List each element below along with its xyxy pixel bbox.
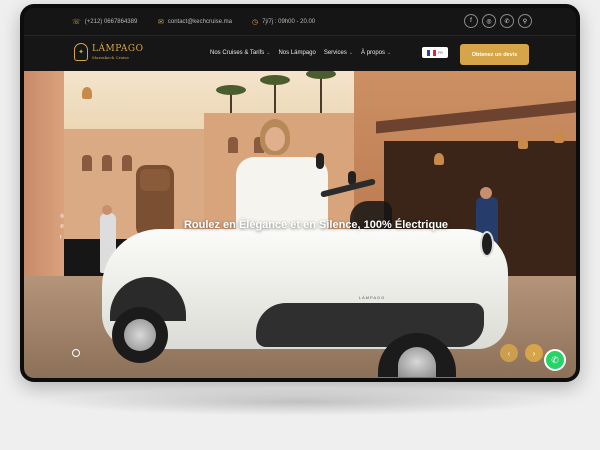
instagram-icon[interactable]: ◎ (60, 213, 64, 219)
top-info-bar: ☏ (+212) 0667864389 ✉ contact@kechcruise… (24, 8, 576, 35)
contact-phone[interactable]: ☏ (+212) 0667864389 (72, 18, 137, 26)
brand-tagline: Marrakech Cruise (92, 55, 129, 60)
logo-text: LÁMPAGO Marrakech Cruise (92, 44, 144, 60)
hero-headline: Roulez en Élégance et en Silence, 100% É… (183, 219, 449, 231)
left-building (24, 71, 64, 276)
pedestrian-head (102, 205, 112, 215)
nav-menu: Nos Cruises & Tarifs ⌄ Nos Lámpago Servi… (210, 50, 391, 56)
contact-email[interactable]: ✉ contact@kechcruise.ma (158, 18, 232, 26)
hanging-lamp (554, 131, 564, 143)
facebook-icon[interactable]: f (464, 14, 478, 28)
main-navbar: ✦ LÁMPAGO Marrakech Cruise Nos Cruises &… (24, 35, 576, 71)
pedestrian-head (480, 187, 492, 199)
window (122, 155, 132, 171)
whatsapp-chat-button[interactable]: ✆ (544, 349, 566, 371)
whatsapp-icon[interactable]: ✆ (500, 14, 514, 28)
vehicle-rim (398, 347, 436, 377)
phone-number: (+212) 0667864389 (84, 19, 138, 25)
palm-frond (216, 85, 246, 95)
clock-icon: ◷ (252, 19, 259, 26)
mail-icon: ✉ (158, 19, 164, 26)
website-screen: ☏ (+212) 0667864389 ✉ contact@kechcruise… (24, 8, 576, 378)
location-icon[interactable]: ⚲ (518, 14, 532, 28)
nav-label: Nos Lámpago (278, 50, 316, 56)
hanging-lamp (82, 87, 92, 99)
slider-prev-button[interactable]: ‹ (500, 344, 518, 362)
window (82, 155, 92, 171)
france-flag-icon (427, 49, 437, 56)
vehicle-mirror (316, 153, 324, 169)
opening-hours: ◷ 7j/7j : 09h00 - 20.00 (252, 18, 315, 26)
vehicle-badge: LÁMPAGO (358, 295, 386, 300)
whatsapp-icon[interactable]: ✆ (60, 224, 64, 230)
vehicle-trim (256, 303, 484, 347)
brand-name: LÁMPAGO (92, 44, 144, 54)
nav-label: Nos Cruises & Tarifs (210, 50, 265, 56)
chevron-down-icon: ⌄ (266, 50, 271, 56)
phone-icon: ☏ (72, 19, 81, 26)
device-shadow (40, 388, 560, 416)
hanging-lamp (518, 137, 528, 149)
nav-item-cruises[interactable]: Nos Cruises & Tarifs ⌄ (210, 50, 270, 56)
hero-side-socials: ◎ ✆ f (60, 213, 64, 241)
window (228, 137, 238, 153)
brand-logo[interactable]: ✦ LÁMPAGO Marrakech Cruise (74, 43, 144, 61)
slider-next-button[interactable]: › (525, 344, 543, 362)
palm-frond (260, 75, 290, 85)
nav-label: Services (323, 50, 347, 56)
nav-label: À propos (361, 50, 386, 56)
vehicle-rim (124, 319, 156, 351)
tablet-frame: ☏ (+212) 0667864389 ✉ contact@kechcruise… (20, 4, 580, 382)
vehicle-headlamp (480, 231, 494, 257)
email-address: contact@kechcruise.ma (167, 19, 232, 25)
instagram-icon[interactable]: ◎ (482, 14, 496, 28)
hero-banner: LÁMPAGO Roulez en Élégance et en Silence… (24, 71, 576, 378)
nav-item-services[interactable]: Services ⌄ (324, 50, 353, 56)
quote-button[interactable]: Obtenez un devis (460, 44, 529, 65)
chevron-down-icon: ⌄ (387, 50, 392, 56)
social-links: f ◎ ✆ ⚲ (464, 14, 532, 28)
rider-face (265, 127, 285, 151)
nav-item-lampago[interactable]: Nos Lámpago (278, 50, 315, 56)
slider-indicator[interactable] (72, 349, 80, 357)
lamp-logo-icon: ✦ (74, 43, 88, 61)
language-code: FR (438, 50, 443, 55)
chevron-down-icon: ⌄ (348, 50, 354, 56)
nav-item-about[interactable]: À propos ⌄ (361, 50, 391, 56)
hours-text: 7j/7j : 09h00 - 20.00 (262, 19, 316, 25)
language-selector[interactable]: FR (422, 47, 448, 58)
vehicle-headrest (140, 169, 170, 191)
facebook-icon[interactable]: f (60, 235, 64, 241)
window (102, 155, 112, 171)
hanging-lamp (434, 153, 444, 165)
